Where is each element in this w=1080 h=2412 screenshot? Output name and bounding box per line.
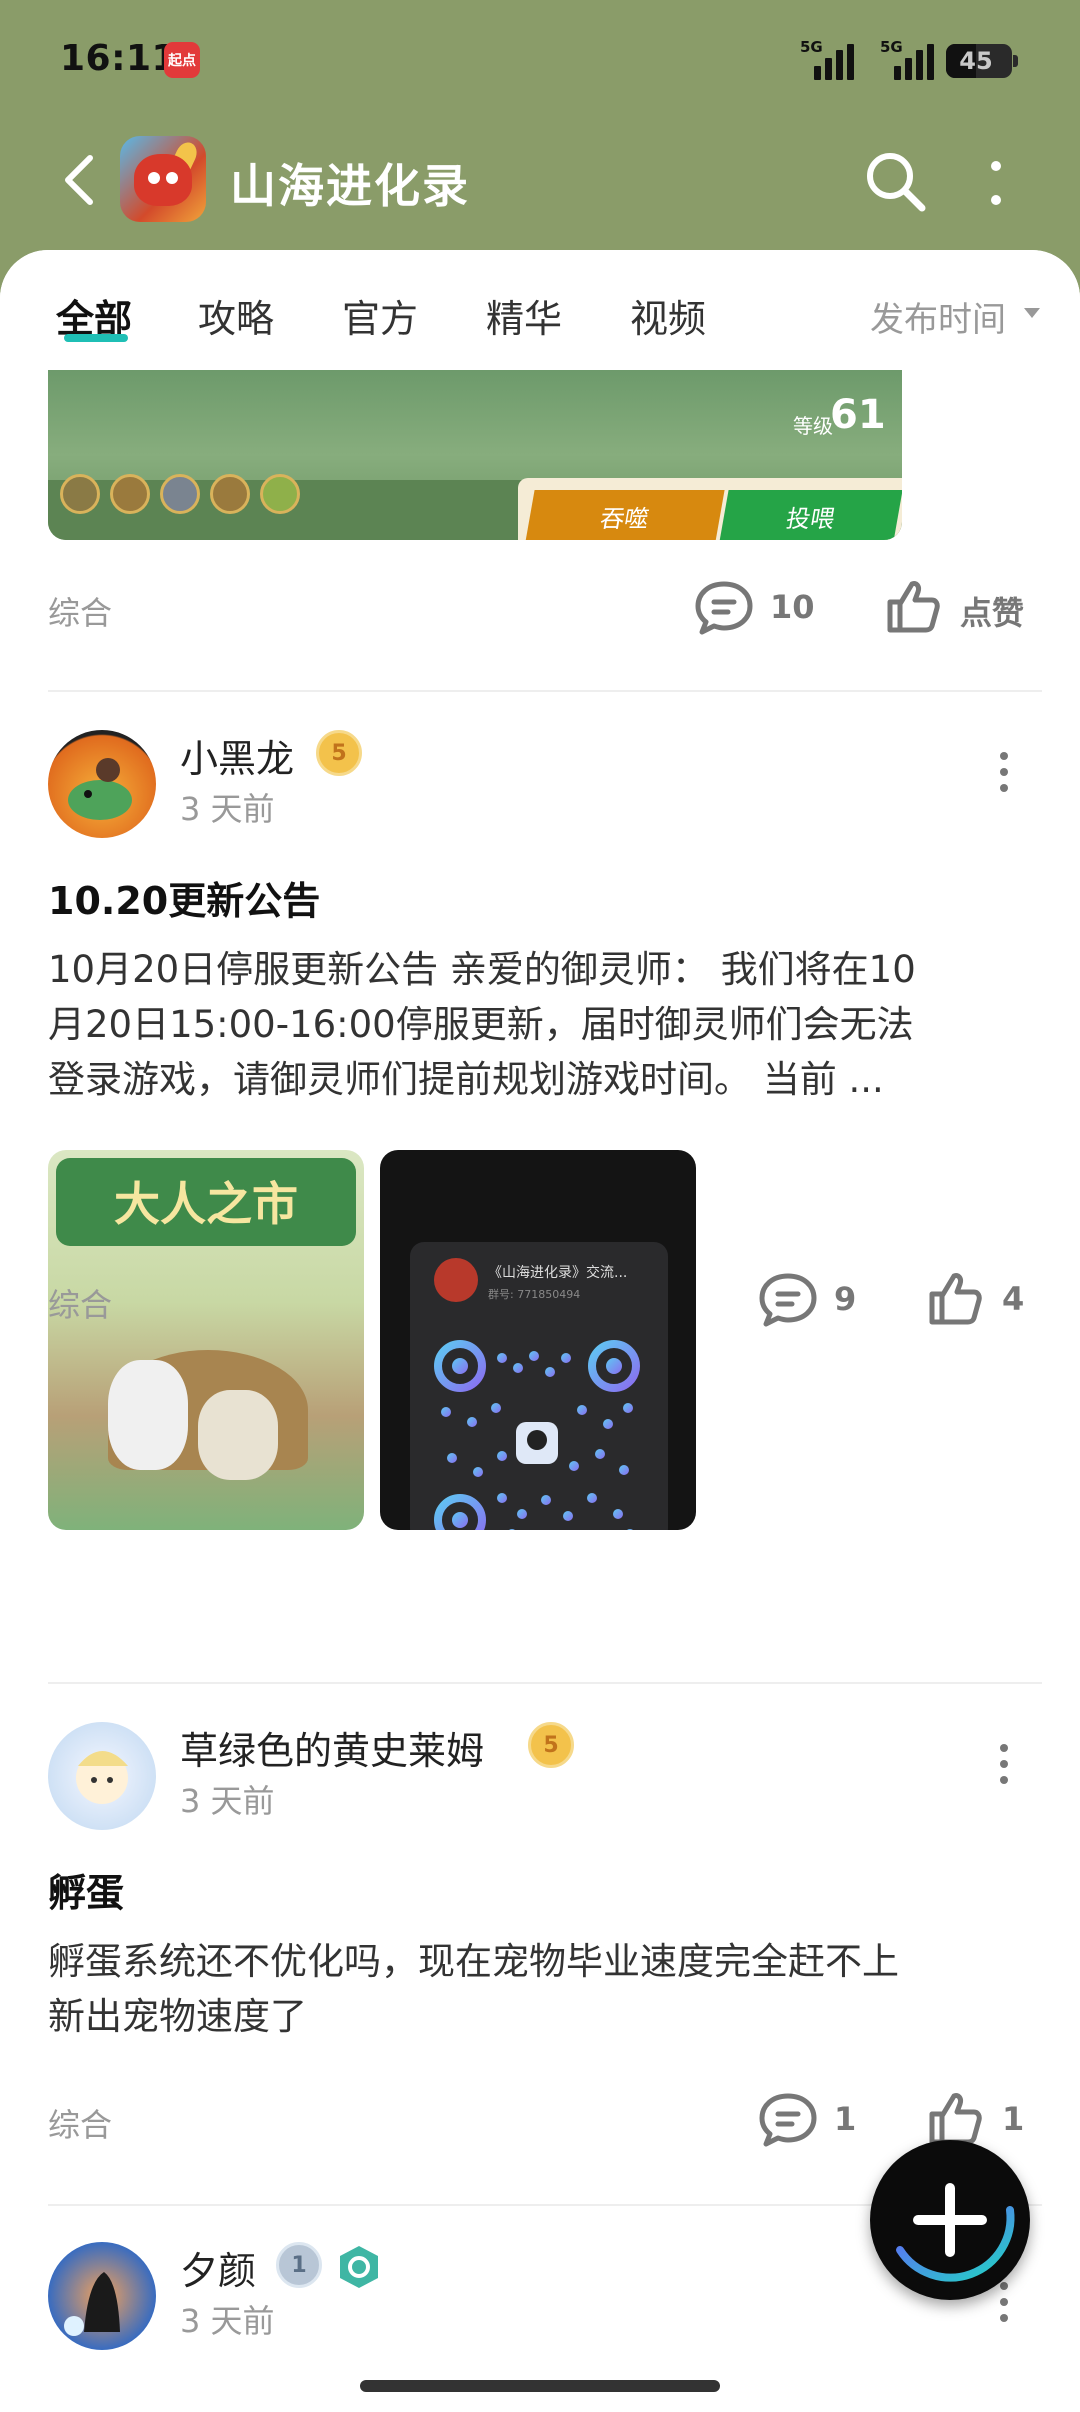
comment-count[interactable]: 10 xyxy=(770,588,815,626)
notification-app-icon: 起点 xyxy=(164,42,200,78)
battery-level: 45 xyxy=(959,47,993,75)
skill-orb xyxy=(110,474,150,514)
post-body-line: 孵蛋系统还不优化吗，现在宠物毕业速度完全赶不上 xyxy=(48,1940,899,1983)
comment-icon[interactable] xyxy=(694,580,754,636)
post-category[interactable]: 综合 xyxy=(48,2100,112,2146)
skill-orb xyxy=(260,474,300,514)
divider xyxy=(48,690,1042,692)
level-label: 等级 xyxy=(793,414,833,438)
comment-count[interactable]: 1 xyxy=(834,2100,856,2138)
tab-video[interactable]: 视频 xyxy=(630,288,706,343)
thumbs-up-icon[interactable] xyxy=(926,1270,982,1326)
chevron-down-icon xyxy=(1024,308,1040,318)
post-title[interactable]: 孵蛋 xyxy=(48,1862,124,1917)
post-more-icon[interactable] xyxy=(998,1742,1010,1786)
qr-code-icon xyxy=(434,1340,640,1530)
home-indicator[interactable] xyxy=(360,2380,720,2392)
post-category[interactable]: 综合 xyxy=(48,588,112,634)
post-image-2[interactable]: 《山海进化录》交流... 群号: 771850494 xyxy=(380,1150,696,1530)
status-time: 16:11 xyxy=(60,38,178,79)
skill-orb xyxy=(160,474,200,514)
signal-icon-2: 5G xyxy=(880,38,936,80)
post-image[interactable]: 等级 61 吞噬 投喂 xyxy=(48,370,902,540)
level-badge-icon: 5 xyxy=(316,730,362,776)
author-name[interactable]: 夕颜 xyxy=(180,2240,256,2295)
comment-count[interactable]: 9 xyxy=(834,1280,856,1318)
search-icon[interactable] xyxy=(860,146,930,216)
post-body-line: 登录游戏，请御灵师们提前规划游戏时间。 当前 ... xyxy=(48,1058,884,1101)
post-category[interactable]: 综合 xyxy=(48,1280,112,1326)
level-badge-icon: 5 xyxy=(528,1722,574,1768)
app-header: 山海进化录 xyxy=(0,120,1080,250)
post-title[interactable]: 10.20更新公告 xyxy=(48,870,320,925)
avatar[interactable] xyxy=(48,2242,156,2350)
group-name: 《山海进化录》交流... xyxy=(488,1265,628,1281)
thumbs-up-icon[interactable] xyxy=(926,2090,982,2146)
battery-icon: 45 xyxy=(946,44,1018,78)
avatar[interactable] xyxy=(48,730,156,838)
skill-orb xyxy=(60,474,100,514)
tab-indicator xyxy=(64,334,128,342)
tab-bar: 全部 攻略 官方 精华 视频 发布时间 xyxy=(0,250,1080,370)
post-more-icon[interactable] xyxy=(998,750,1010,794)
game-logo xyxy=(120,136,206,222)
like-label[interactable]: 点赞 xyxy=(960,588,1024,634)
more-menu-icon[interactable] xyxy=(984,158,1008,208)
page-title: 山海进化录 xyxy=(230,159,470,213)
tab-guides[interactable]: 攻略 xyxy=(198,288,274,343)
author-name[interactable]: 小黑龙 xyxy=(180,728,294,783)
level-value: 61 xyxy=(830,392,886,438)
image-character xyxy=(198,1390,278,1480)
status-bar: 16:11 起点 5G 5G 45 xyxy=(0,0,1080,120)
group-id: 群号: 771850494 xyxy=(488,1288,581,1301)
post-time: 3 天前 xyxy=(180,790,275,828)
post-body-line: 10月20日停服更新公告 亲爱的御灵师： 我们将在10 xyxy=(48,948,916,991)
post-more-icon[interactable] xyxy=(998,2280,1010,2324)
tab-official[interactable]: 官方 xyxy=(342,288,418,343)
author-name[interactable]: 草绿色的黄史莱姆 xyxy=(180,1720,484,1775)
create-post-button[interactable] xyxy=(870,2140,1030,2300)
avatar[interactable] xyxy=(48,1722,156,1830)
post-time: 3 天前 xyxy=(180,2302,275,2340)
devour-button: 吞噬 xyxy=(525,490,725,540)
divider xyxy=(48,1682,1042,1684)
screen: 16:11 起点 5G 5G 45 山海进化录 全部 攻略 官方 精华 视频 发… xyxy=(0,0,1080,2412)
content-sheet: 全部 攻略 官方 精华 视频 发布时间 等级 61 吞噬 投喂 综合 10 点赞… xyxy=(0,250,1080,2412)
sort-dropdown[interactable]: 发布时间 xyxy=(870,292,1006,341)
post-body[interactable]: 10月20日停服更新公告 亲爱的御灵师： 我们将在10 月20日15:00-16… xyxy=(48,942,916,1107)
level-badge-icon: 1 xyxy=(276,2242,322,2288)
image-caption: 大人之市 xyxy=(114,1177,298,1231)
feed-button: 投喂 xyxy=(719,490,902,540)
like-count[interactable]: 1 xyxy=(1002,2100,1024,2138)
group-avatar xyxy=(434,1258,478,1302)
post-time: 3 天前 xyxy=(180,1782,275,1820)
signal-icon: 5G xyxy=(800,38,856,80)
back-button[interactable] xyxy=(54,150,104,210)
like-count[interactable]: 4 xyxy=(1002,1280,1024,1318)
thumbs-up-icon[interactable] xyxy=(884,578,940,634)
post-image-1[interactable]: 大人之市 xyxy=(48,1150,364,1530)
post-body[interactable]: 孵蛋系统还不优化吗，现在宠物毕业速度完全赶不上 新出宠物速度了 xyxy=(48,1934,899,2044)
comment-icon[interactable] xyxy=(758,2092,818,2148)
image-character xyxy=(108,1360,188,1470)
post-body-line: 月20日15:00-16:00停服更新，届时御灵师们会无法 xyxy=(48,1003,914,1046)
post-body-line: 新出宠物速度了 xyxy=(48,1995,307,2038)
verified-badge-icon xyxy=(340,2246,378,2288)
comment-icon[interactable] xyxy=(758,1272,818,1328)
tab-featured[interactable]: 精华 xyxy=(486,288,562,343)
skill-orb xyxy=(210,474,250,514)
